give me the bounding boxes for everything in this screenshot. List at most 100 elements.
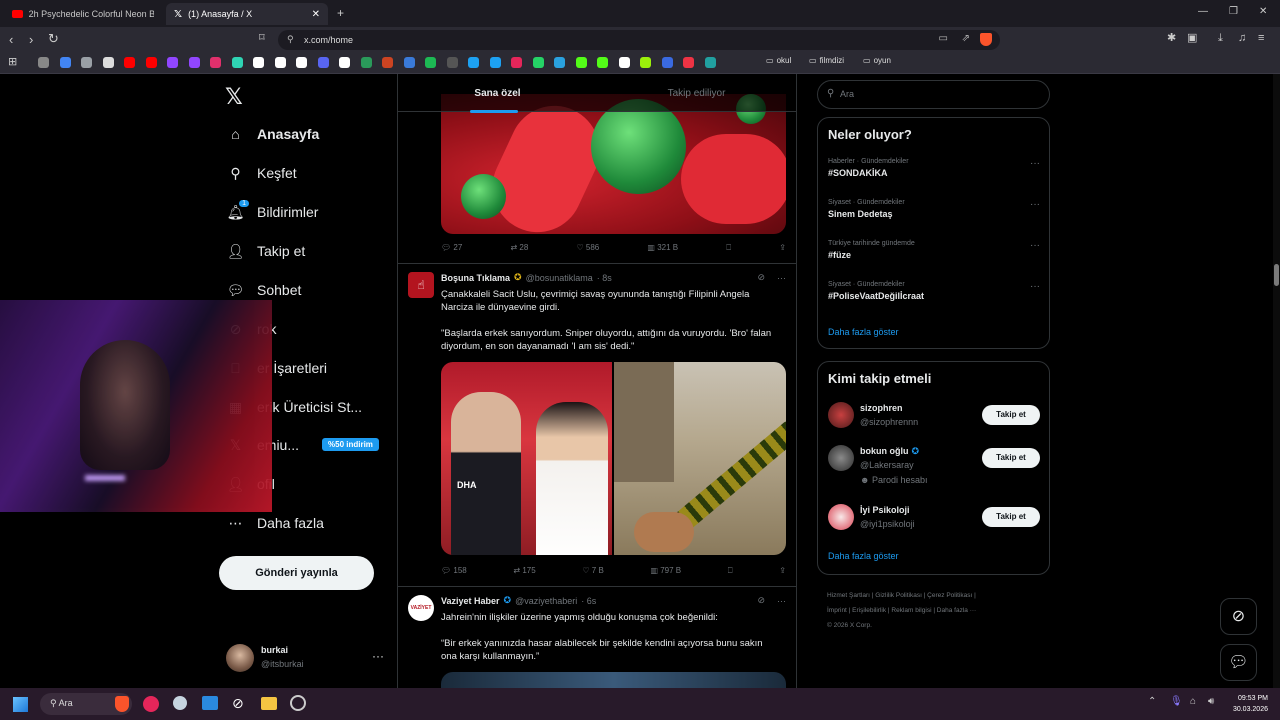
follow-suggestion[interactable]: İyi Psikoloji @iyi1psikoloji Takip et: [828, 504, 1040, 544]
extensions-icon[interactable]: ✱: [1167, 33, 1176, 44]
bookmark-favicon-icon[interactable]: [425, 57, 436, 68]
follow-suggestion[interactable]: sizophren @sizophrennn Takip et: [828, 402, 1040, 442]
nav-item-10[interactable]: ⋯ Daha fazla: [226, 511, 324, 535]
trend-more-icon[interactable]: ···: [1030, 281, 1040, 292]
like-button[interactable]: ♡ 586: [576, 243, 599, 253]
bookmark-favicon-icon[interactable]: [618, 57, 630, 68]
folder-taskbar-icon[interactable]: [261, 697, 277, 710]
avatar[interactable]: ☝: [408, 272, 434, 298]
bookmark-favicon-icon[interactable]: [59, 57, 71, 68]
views-button[interactable]: ▥ 321 B: [647, 243, 678, 253]
trend-more-icon[interactable]: ···: [1030, 240, 1040, 251]
bookmark-folder-filmdizi[interactable]: ▭ filmdizi: [809, 56, 844, 65]
bookmark-folder-oyun[interactable]: ▭ oyun: [863, 56, 891, 65]
url-field[interactable]: ⚲ x.com/home ▭ ⇗: [278, 30, 1000, 50]
tweet[interactable]: ☝ Boşuna Tıklama ✪ @bosunatiklama · 8s ⊘…: [398, 264, 796, 586]
bookmark-favicon-icon[interactable]: [253, 57, 264, 68]
new-tab-icon[interactable]: +: [337, 7, 344, 19]
trends-more-link[interactable]: Daha fazla göster: [828, 327, 899, 337]
like-button[interactable]: ♡ 7 B: [582, 566, 603, 576]
forward-icon[interactable]: ›: [29, 33, 33, 46]
cast-icon[interactable]: ▭: [939, 33, 948, 44]
download-icon[interactable]: ⤓: [1218, 33, 1223, 44]
tweet-image-wedding[interactable]: DHA: [441, 362, 612, 555]
nav-item-4[interactable]: 💬︎ Sohbet: [226, 278, 302, 302]
brave-shield-icon[interactable]: [980, 33, 992, 46]
tweet-more-icon[interactable]: ···: [777, 273, 786, 283]
avatar[interactable]: [828, 504, 854, 530]
retweet-button[interactable]: ⇄ 28: [510, 243, 528, 253]
nav-item-2[interactable]: 🔔︎ 1 Bildirimler: [226, 199, 318, 224]
views-button[interactable]: ▥ 797 B: [650, 566, 681, 576]
menu-icon[interactable]: ≡: [1258, 33, 1264, 44]
bookmark-favicon-icon[interactable]: [102, 57, 114, 68]
bookmark-favicon-icon[interactable]: [382, 57, 393, 68]
bookmark-favicon-icon[interactable]: [704, 57, 716, 68]
bookmark-favicon-icon[interactable]: [489, 57, 501, 68]
follow-suggestion[interactable]: bokun oğlu ✪ @Lakersaray ☻ Parodi hesabı Tak…: [828, 445, 1040, 485]
windows-start-icon[interactable]: [13, 697, 28, 712]
bookmark-favicon-icon[interactable]: [661, 57, 673, 68]
follow-button[interactable]: Takip et: [982, 507, 1040, 527]
media-icon[interactable]: ♫: [1238, 33, 1246, 44]
nav-item-1[interactable]: ⚲ Keşfet: [226, 161, 296, 185]
reply-button[interactable]: 💬︎ 27: [441, 243, 462, 253]
footer-line[interactable]: Hizmet Şartları | Gizlilik Politikası | …: [827, 588, 1042, 603]
trend-more-icon[interactable]: ···: [1030, 199, 1040, 210]
trend-item[interactable]: Türkiye tarihinde gündemde #füze ···: [828, 240, 1040, 260]
brave-taskbar-icon[interactable]: [115, 696, 129, 712]
tweet-image-virus[interactable]: [441, 94, 786, 234]
photos-taskbar-icon[interactable]: [202, 696, 218, 710]
grok-float-button[interactable]: ⊘: [1220, 598, 1257, 635]
footer-line[interactable]: İmprint | Erişilebilirlik | Reklam bilgi…: [827, 603, 1042, 618]
restore-icon[interactable]: ❐: [1229, 7, 1238, 17]
bookmark-favicon-icon[interactable]: [597, 57, 608, 68]
bookmark-favicon-icon[interactable]: [124, 57, 135, 68]
trend-item[interactable]: Siyaset · Gündemdekiler #PoliseVaatDeğilİ…: [828, 281, 1040, 301]
bookmark-favicon-icon[interactable]: [683, 57, 694, 68]
share-icon[interactable]: ⇗: [962, 33, 970, 44]
tweet-more-icon[interactable]: ···: [777, 596, 786, 606]
tab-youtube[interactable]: 2h Psychedelic Colorful Neon Backgr: [4, 3, 162, 25]
bookmark-favicon-icon[interactable]: [339, 57, 350, 68]
bookmark-favicon-icon[interactable]: [210, 57, 221, 68]
suggestion-name[interactable]: bokun oğlu: [860, 446, 909, 457]
bookmark-favicon-icon[interactable]: [81, 57, 92, 68]
grok-icon[interactable]: ⊘: [757, 272, 765, 283]
reply-button[interactable]: 💬︎ 158: [441, 566, 467, 576]
bookmark-favicon-icon[interactable]: [188, 57, 200, 68]
trend-more-icon[interactable]: ···: [1030, 158, 1040, 169]
bookmark-favicon-icon[interactable]: [360, 57, 372, 68]
trend-item[interactable]: Haberler · Gündemdekiler #SONDAKİKA ···: [828, 158, 1040, 178]
tweet[interactable]: VAZİYET Vaziyet Haber ✪ @vaziyethaberi ·…: [398, 587, 796, 689]
minimize-icon[interactable]: —: [1198, 7, 1208, 17]
close-window-icon[interactable]: ✕: [1259, 7, 1267, 17]
bookmark-favicon-icon[interactable]: [145, 57, 157, 68]
suggestion-name[interactable]: sizophren: [860, 403, 903, 413]
site-info-icon[interactable]: ⚲: [287, 34, 294, 45]
bookmark-favicon-icon[interactable]: [511, 57, 522, 68]
bookmark-favicon-icon[interactable]: [446, 57, 458, 68]
search-box[interactable]: ⚲ Ara: [817, 80, 1050, 109]
retweet-button[interactable]: ⇄ 175: [513, 566, 535, 576]
avatar[interactable]: VAZİYET: [408, 595, 434, 621]
share-icon[interactable]: ⇪: [779, 566, 786, 576]
messages-float-button[interactable]: 💬︎: [1220, 644, 1257, 681]
bookmark-favicon-icon[interactable]: [532, 57, 544, 68]
bookmark-favicon-icon[interactable]: [38, 57, 49, 68]
scrollbar-thumb[interactable]: [1274, 264, 1279, 286]
account-switcher[interactable]: burkai @itsburkai ···: [226, 643, 386, 675]
sidebar-icon[interactable]: ▣: [1187, 33, 1197, 44]
tab-x-home[interactable]: 𝕏 (1) Anasayfa / X ✕: [166, 3, 328, 25]
who-more-link[interactable]: Daha fazla göster: [828, 551, 899, 561]
tweet-handle[interactable]: @bosunatiklama: [526, 273, 593, 283]
tweet-handle[interactable]: @vaziyethaberi: [515, 596, 577, 606]
follow-button[interactable]: Takip et: [982, 448, 1040, 468]
more-icon[interactable]: ···: [372, 649, 384, 663]
bookmark-favicon-icon[interactable]: [403, 57, 415, 68]
bookmark-favicon-icon[interactable]: [575, 57, 587, 68]
follow-button[interactable]: Takip et: [982, 405, 1040, 425]
trend-item[interactable]: Siyaset · Gündemdekiler Sinem Dedetaş ···: [828, 199, 1040, 219]
volume-icon[interactable]: 🔊︎: [1208, 697, 1214, 707]
bookmark-favicon-icon[interactable]: [274, 57, 286, 68]
